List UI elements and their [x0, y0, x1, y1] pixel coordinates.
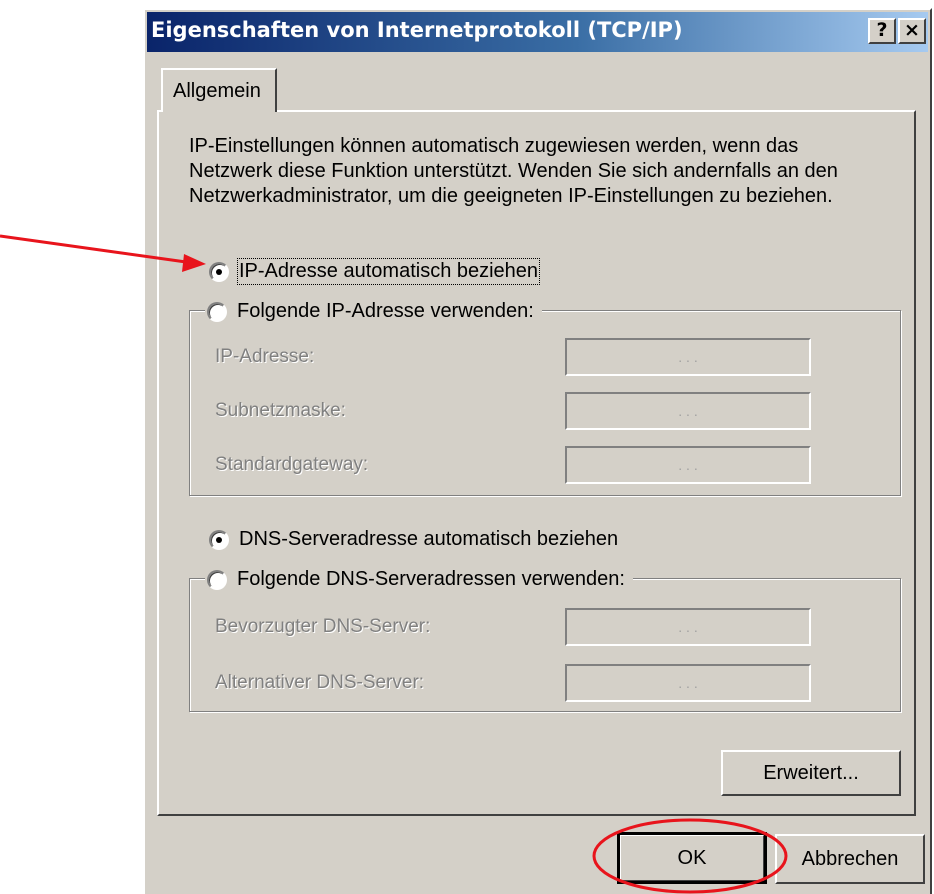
- tab-allgemein[interactable]: Allgemein: [161, 68, 277, 112]
- red-arrow-annotation: [0, 234, 206, 272]
- annotation-overlay: [0, 234, 788, 894]
- red-circle-annotation: [592, 818, 788, 894]
